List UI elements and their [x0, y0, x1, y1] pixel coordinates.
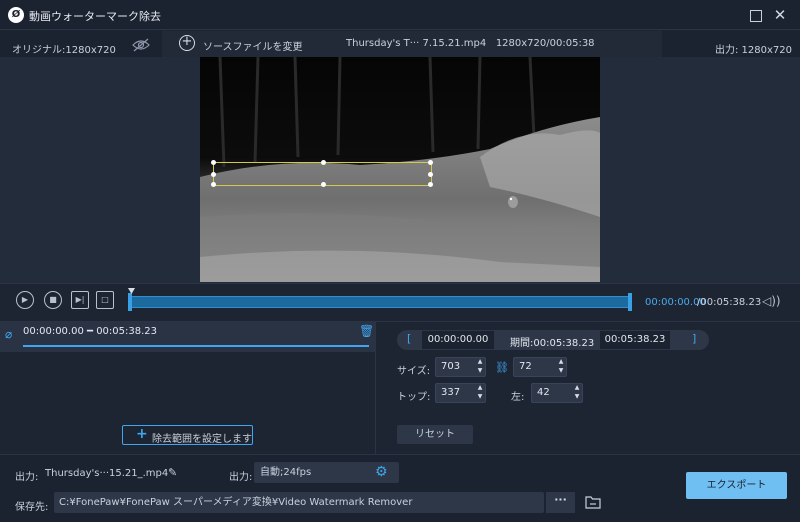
volume-icon[interactable]: ◁)): [762, 294, 781, 308]
file-name: Thursday's T··· 7.15.21.mp4: [346, 38, 487, 49]
change-source-button[interactable]: ソースファイルを変更: [203, 38, 303, 53]
timeline-start-handle[interactable]: [128, 293, 132, 311]
folder-icon[interactable]: [585, 495, 601, 509]
resize-handle-top-right[interactable]: [428, 160, 433, 165]
add-removal-range-label: 除去範囲を設定します: [152, 434, 252, 445]
top-label: トップ:: [397, 392, 431, 403]
play-button[interactable]: ▶: [16, 291, 34, 309]
left-label: 左:: [511, 392, 525, 403]
height-stepper[interactable]: ▲ ▼: [556, 357, 566, 377]
timeline-track[interactable]: [130, 296, 630, 308]
gear-icon[interactable]: ⚙: [375, 464, 391, 480]
save-path-field[interactable]: C:¥FonePaw¥FonePaw スーパーメディア変換¥Video Wate…: [54, 492, 544, 513]
output-file-name: Thursday's···15.21_.mp4: [45, 468, 169, 479]
link-aspect-icon[interactable]: ⛓: [495, 361, 509, 374]
resize-handle-bottom-left[interactable]: [211, 182, 216, 187]
original-resolution-label: オリジナル:1280x720: [12, 45, 116, 56]
segment-progress-bar: [23, 345, 369, 347]
resize-handle-bottom-middle[interactable]: [321, 182, 326, 187]
window-title: 動画ウォーターマーク除去: [29, 10, 161, 23]
save-location-label: 保存先:: [15, 502, 49, 513]
resize-handle-top-middle[interactable]: [321, 160, 326, 165]
file-info-label: Thursday's T··· 7.15.21.mp4 1280x720/00:…: [346, 38, 595, 49]
watermark-selection-box[interactable]: [211, 160, 433, 187]
plus-icon: +: [136, 426, 148, 442]
range-start-input[interactable]: 00:00:00.00: [422, 331, 494, 349]
resize-handle-middle-right[interactable]: [428, 172, 433, 177]
edit-icon[interactable]: ✎: [168, 466, 180, 479]
browse-button[interactable]: ···: [545, 492, 575, 513]
eye-hidden-icon[interactable]: [131, 38, 151, 52]
export-button[interactable]: エクスポート: [686, 472, 787, 499]
left-stepper[interactable]: ▲ ▼: [572, 383, 582, 403]
timeline-end-handle[interactable]: [628, 293, 632, 311]
segment-range: 00:00:00.00 ━ 00:05:38.23: [23, 326, 158, 337]
eraser-icon: ⌀: [5, 327, 13, 341]
duration-label: 期間:00:05:38.23: [510, 338, 595, 349]
set-start-icon[interactable]: [: [407, 332, 411, 345]
size-label: サイズ:: [397, 366, 431, 377]
stop-button[interactable]: ■: [44, 291, 62, 309]
resize-handle-middle-left[interactable]: [211, 172, 216, 177]
top-stepper[interactable]: ▲ ▼: [475, 383, 485, 403]
output-file-label: 出力:: [15, 472, 39, 483]
close-icon[interactable]: ✕: [770, 5, 790, 25]
total-time: /00:05:38.23: [697, 297, 762, 308]
resize-handle-top-left[interactable]: [211, 160, 216, 165]
set-end-icon[interactable]: ]: [692, 332, 696, 345]
next-frame-button[interactable]: ▶|: [71, 291, 89, 309]
trash-icon[interactable]: 🗑: [359, 324, 374, 338]
range-end-input[interactable]: 00:05:38.23: [600, 331, 670, 349]
output-resolution-label: 出力: 1280x720: [715, 45, 793, 56]
maximize-icon[interactable]: [748, 8, 762, 22]
add-source-icon[interactable]: +: [179, 35, 195, 51]
output-format-label: 出力:: [229, 472, 253, 483]
width-stepper[interactable]: ▲ ▼: [475, 357, 485, 377]
resize-handle-bottom-right[interactable]: [428, 182, 433, 187]
reset-button[interactable]: リセット: [397, 425, 473, 444]
crop-frame-button[interactable]: □: [96, 291, 114, 309]
app-logo-icon: Ø: [8, 7, 24, 23]
file-meta: 1280x720/00:05:38: [495, 38, 595, 49]
